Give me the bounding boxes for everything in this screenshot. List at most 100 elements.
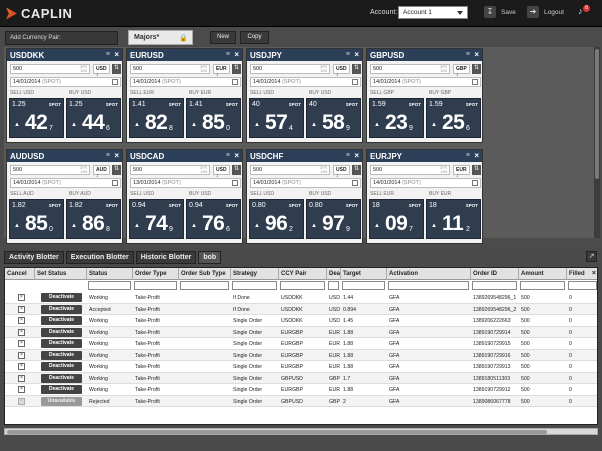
sell-price-button[interactable]: 1.41 SPOT ▲ 82 8 bbox=[129, 98, 184, 138]
calendar-icon[interactable] bbox=[352, 79, 358, 85]
calendar-icon[interactable] bbox=[232, 79, 238, 85]
menu-icon[interactable]: ≡ bbox=[346, 152, 350, 159]
amount-input[interactable]: 500 OFR 10M bbox=[250, 64, 330, 74]
filter-input[interactable] bbox=[134, 281, 177, 290]
scroll-thumb[interactable] bbox=[595, 49, 599, 179]
filter-input[interactable] bbox=[180, 281, 229, 290]
amount-input[interactable]: 500 OFR 10M bbox=[130, 165, 210, 175]
cancel-checkbox[interactable]: × bbox=[18, 294, 25, 301]
buy-price-button[interactable]: 0.80 SPOT ▲ 97 9 bbox=[306, 199, 361, 239]
set-status-button[interactable]: Deactivate bbox=[41, 293, 82, 302]
settlement-date[interactable]: 14/01/2014 (SPOT) bbox=[130, 77, 241, 87]
column-header[interactable]: Order Sub Type bbox=[179, 268, 231, 280]
set-status-button[interactable]: Deactivate bbox=[41, 350, 82, 360]
sell-price-button[interactable]: 0.94 SPOT ▲ 74 9 bbox=[129, 199, 184, 239]
buy-price-button[interactable]: 1.41 SPOT ▲ 85 0 bbox=[186, 98, 241, 138]
buy-price-button[interactable]: 1.25 SPOT ▲ 44 6 bbox=[66, 98, 121, 138]
tab-historic-blotter[interactable]: Historic Blotter bbox=[135, 251, 197, 264]
buy-price-button[interactable]: 0.94 SPOT ▲ 76 6 bbox=[186, 199, 241, 239]
set-status-button[interactable]: Deactivate bbox=[41, 339, 82, 348]
filter-input[interactable] bbox=[232, 281, 277, 290]
column-header[interactable]: Amount bbox=[519, 268, 567, 280]
cancel-checkbox[interactable]: × bbox=[18, 317, 25, 324]
swap-icon[interactable]: ⇅ bbox=[472, 165, 481, 175]
amount-input[interactable]: 500 OFR 10M bbox=[370, 64, 450, 74]
swap-icon[interactable]: ⇅ bbox=[352, 64, 361, 74]
set-status-button[interactable]: Deactivate bbox=[41, 373, 82, 383]
menu-icon[interactable]: ≡ bbox=[226, 51, 230, 58]
dealt-currency-select[interactable]: EUR ↕ bbox=[453, 165, 470, 179]
swap-icon[interactable]: ⇅ bbox=[112, 64, 121, 74]
cancel-checkbox[interactable]: × bbox=[18, 386, 25, 393]
column-header[interactable]: Set Status bbox=[35, 268, 87, 280]
filter-input[interactable] bbox=[388, 281, 469, 290]
save-button[interactable]: ↧ Save bbox=[484, 6, 516, 18]
settlement-date[interactable]: 13/01/2014 (SPOT) bbox=[130, 178, 241, 188]
filter-input[interactable] bbox=[520, 281, 565, 290]
amount-input[interactable]: 500 OFR 10M bbox=[130, 64, 210, 74]
tab-execution-blotter[interactable]: Execution Blotter bbox=[65, 251, 134, 264]
set-status-button[interactable]: Deactivate bbox=[41, 362, 82, 371]
sell-price-button[interactable]: 1.25 SPOT ▲ 42 7 bbox=[9, 98, 64, 138]
close-icon[interactable]: × bbox=[234, 50, 239, 59]
set-status-button[interactable]: Deactivate bbox=[41, 316, 82, 325]
cancel-checkbox[interactable]: × bbox=[18, 351, 25, 359]
set-status-button[interactable]: Deactivate bbox=[41, 385, 82, 394]
calendar-icon[interactable] bbox=[112, 180, 118, 186]
filter-input[interactable] bbox=[88, 281, 131, 290]
close-icon[interactable]: × bbox=[234, 151, 239, 160]
filter-input[interactable] bbox=[568, 281, 597, 290]
lock-icon[interactable]: 🔒 bbox=[179, 34, 188, 42]
notifications-button[interactable]: ♪ 8 bbox=[578, 5, 590, 18]
settlement-date[interactable]: 14/01/2014 (SPOT) bbox=[10, 77, 121, 87]
settlement-date[interactable]: 14/01/2014 (SPOT) bbox=[250, 77, 361, 87]
sell-price-button[interactable]: 18 SPOT ▲ 09 7 bbox=[369, 199, 424, 239]
dealt-currency-select[interactable]: USD ↕ bbox=[333, 165, 350, 179]
tab-activity-blotter[interactable]: Activity Blotter bbox=[4, 251, 64, 264]
column-header[interactable]: Dea bbox=[327, 268, 341, 280]
tab-majors[interactable]: Majors* 🔒 bbox=[128, 30, 193, 45]
menu-icon[interactable]: ≡ bbox=[466, 51, 470, 58]
dealt-currency-select[interactable]: USD ↕ bbox=[333, 64, 350, 78]
close-icon[interactable]: × bbox=[114, 151, 119, 160]
column-header[interactable]: Filled bbox=[567, 268, 597, 280]
filter-input[interactable] bbox=[342, 281, 385, 290]
settlement-date[interactable]: 14/01/2014 (SPOT) bbox=[10, 178, 121, 188]
column-header[interactable]: Cancel bbox=[5, 268, 35, 280]
add-currency-pair-input[interactable]: Add Currency Pair: bbox=[5, 31, 118, 45]
filter-input[interactable] bbox=[280, 281, 325, 290]
account-select[interactable]: Account 1 bbox=[398, 6, 468, 19]
calendar-icon[interactable] bbox=[472, 180, 478, 186]
menu-icon[interactable]: ≡ bbox=[466, 152, 470, 159]
copy-button[interactable]: Copy bbox=[240, 31, 269, 44]
column-header[interactable]: Order Type bbox=[133, 268, 179, 280]
sell-price-button[interactable]: 40 SPOT ▲ 57 4 bbox=[249, 98, 304, 138]
swap-icon[interactable]: ⇅ bbox=[472, 64, 481, 74]
logout-button[interactable]: ➜ Logout bbox=[527, 6, 564, 18]
menu-icon[interactable]: ≡ bbox=[106, 51, 110, 58]
filter-input[interactable] bbox=[328, 281, 339, 290]
settlement-date[interactable]: 14/01/2014 (SPOT) bbox=[370, 77, 481, 87]
sell-price-button[interactable]: 1.82 SPOT ▲ 85 0 bbox=[9, 199, 64, 239]
settlement-date[interactable]: 14/01/2014 (SPOT) bbox=[370, 178, 481, 188]
amount-input[interactable]: 500 OFR 10M bbox=[10, 165, 90, 175]
column-header[interactable]: Target bbox=[341, 268, 387, 280]
column-header[interactable]: CCY Pair bbox=[279, 268, 327, 280]
calendar-icon[interactable] bbox=[352, 180, 358, 186]
tab-bob[interactable]: bob bbox=[198, 251, 222, 264]
buy-price-button[interactable]: 1.82 SPOT ▲ 86 8 bbox=[66, 199, 121, 239]
cancel-checkbox[interactable]: × bbox=[18, 340, 25, 347]
dealt-currency-select[interactable]: GBP ↕ bbox=[453, 64, 470, 78]
cancel-checkbox[interactable]: × bbox=[18, 363, 25, 370]
dealt-currency-select[interactable]: USD ↕ bbox=[93, 64, 110, 78]
buy-price-button[interactable]: 1.59 SPOT ▲ 25 6 bbox=[426, 98, 481, 138]
swap-icon[interactable]: ⇅ bbox=[232, 64, 241, 74]
column-header[interactable]: Strategy bbox=[231, 268, 279, 280]
new-button[interactable]: New bbox=[210, 31, 236, 44]
set-status-button[interactable]: Deactivate bbox=[41, 327, 82, 337]
cancel-checkbox[interactable]: × bbox=[18, 328, 25, 336]
set-status-button[interactable]: Deactivate bbox=[41, 304, 82, 314]
swap-icon[interactable]: ⇅ bbox=[232, 165, 241, 175]
popout-icon[interactable]: ↗ bbox=[586, 251, 597, 262]
close-icon[interactable]: × bbox=[474, 151, 479, 160]
